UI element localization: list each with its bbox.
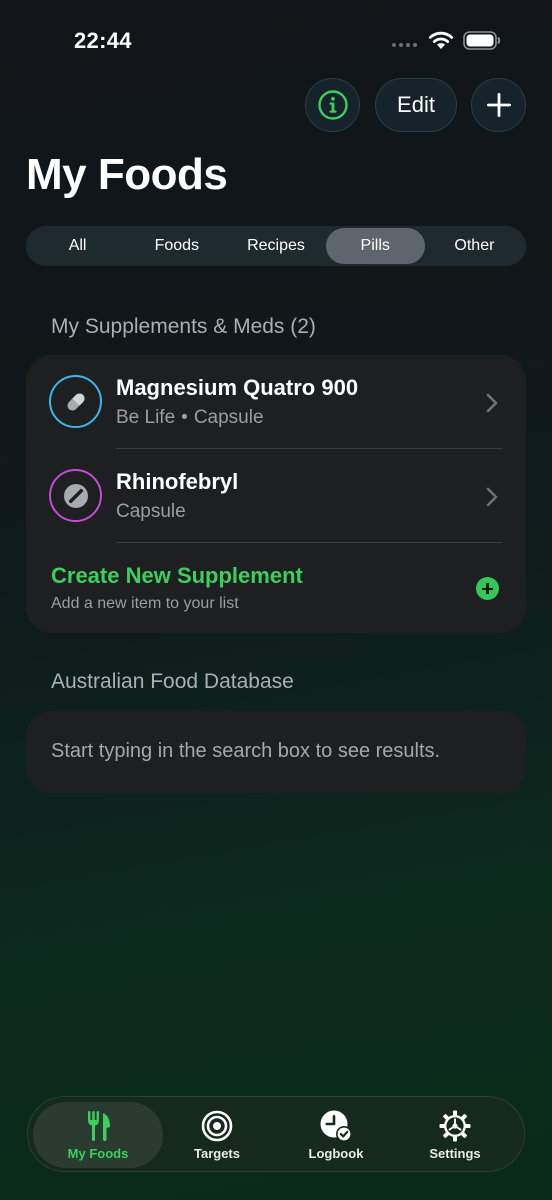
filter-segmented-control: All Foods Recipes Pills Other (26, 226, 526, 266)
wifi-icon (429, 31, 453, 49)
info-button[interactable] (305, 78, 360, 132)
tab-all[interactable]: All (28, 228, 127, 264)
target-icon (201, 1110, 233, 1142)
list-item[interactable]: Rhinofebryl Capsule (26, 449, 526, 543)
fork-knife-icon (88, 1111, 110, 1141)
capsule-icon (49, 375, 102, 428)
tab-recipes[interactable]: Recipes (226, 228, 325, 264)
supplement-name: Rhinofebryl (116, 469, 239, 494)
chevron-right-icon (486, 393, 498, 413)
supplement-form: Capsule (193, 407, 264, 428)
gear-icon (439, 1110, 471, 1142)
status-time: 22:44 (74, 28, 132, 53)
tab-pills[interactable]: Pills (325, 228, 425, 264)
tab-targets[interactable]: Targets (152, 1102, 282, 1168)
info-circle-icon (317, 90, 348, 120)
battery-icon (463, 31, 501, 50)
page-title: My Foods (26, 150, 228, 199)
supplement-form: Capsule (116, 501, 186, 522)
plus-circle-icon (476, 577, 499, 600)
status-bar: 22:44 (0, 0, 552, 80)
create-supplement-title: Create New Supplement (51, 563, 303, 588)
tab-bar: My Foods Targets Logbook Settings (27, 1096, 525, 1172)
tab-my-foods[interactable]: My Foods (33, 1102, 163, 1168)
plus-icon (486, 93, 511, 117)
tab-label: My Foods (67, 1146, 129, 1161)
supplement-brand: Be Life (116, 407, 176, 428)
add-button[interactable] (471, 78, 526, 132)
supplement-name: Magnesium Quatro 900 (116, 375, 359, 400)
cellular-signal-icon (392, 43, 417, 47)
tab-logbook[interactable]: Logbook (271, 1102, 401, 1168)
chevron-right-icon (486, 487, 498, 507)
create-supplement-subtitle: Add a new item to your list (51, 595, 239, 612)
database-section-header: Australian Food Database (51, 670, 294, 693)
edit-button[interactable]: Edit (375, 78, 457, 132)
tab-foods[interactable]: Foods (127, 228, 226, 264)
list-item[interactable]: Magnesium Quatro 900 Be Life • Capsule (26, 355, 526, 449)
tab-settings[interactable]: Settings (390, 1102, 520, 1168)
tab-label: Logbook (308, 1146, 364, 1161)
tab-label: Targets (194, 1146, 240, 1161)
clock-check-icon (320, 1110, 352, 1142)
tablet-icon (49, 469, 102, 522)
tab-other[interactable]: Other (425, 228, 524, 264)
supplements-card: Magnesium Quatro 900 Be Life • Capsule Rhi… (26, 355, 526, 633)
tab-label: Settings (429, 1146, 481, 1161)
supplement-details: Be Life • Capsule (116, 407, 264, 428)
database-results-card: Start typing in the search box to see re… (26, 711, 526, 793)
create-supplement-button[interactable]: Create New Supplement Add a new item to … (26, 543, 526, 633)
empty-state-message: Start typing in the search box to see re… (51, 740, 441, 762)
supplements-section-header: My Supplements & Meds (2) (51, 315, 316, 338)
